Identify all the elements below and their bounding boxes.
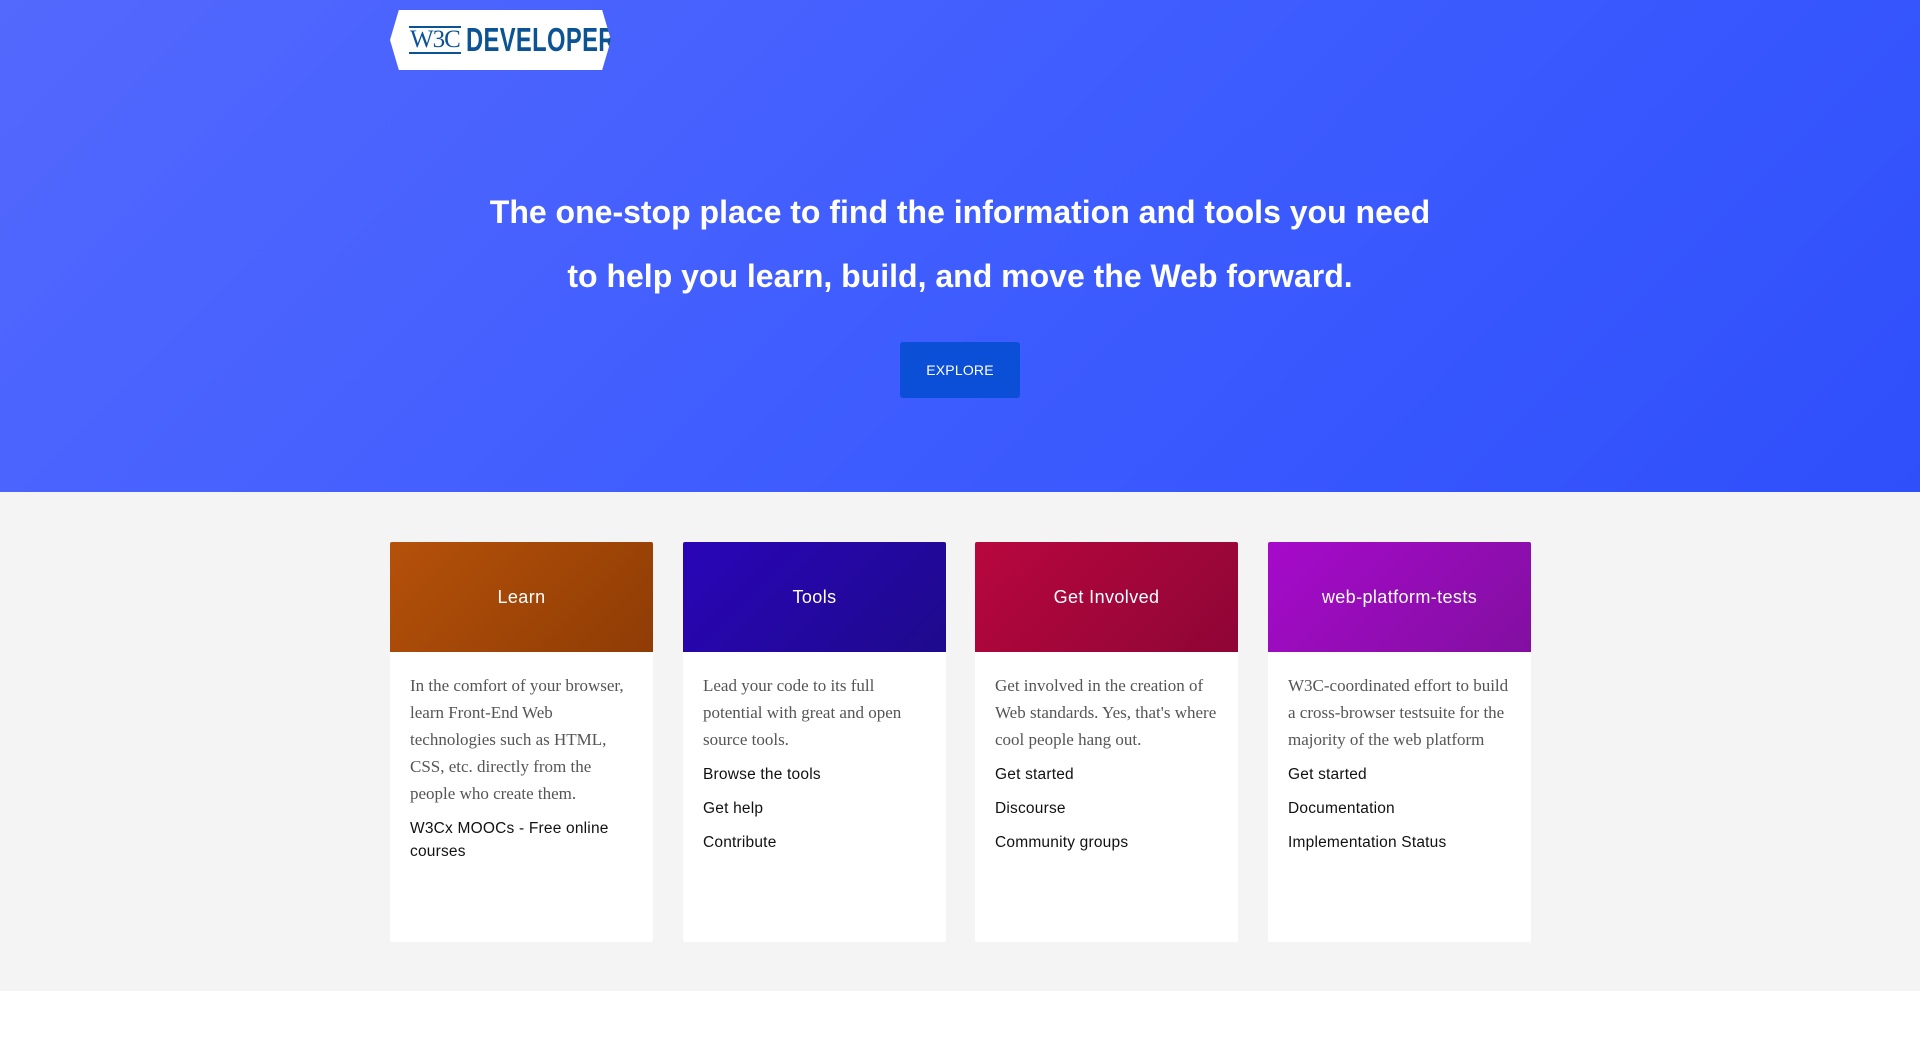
card-link-community-groups[interactable]: Community groups xyxy=(995,834,1128,851)
card-title: Learn xyxy=(497,586,546,607)
card-links: Get started Discourse Community groups xyxy=(995,763,1218,854)
card-tools: Tools Lead your code to its full potentia… xyxy=(683,542,946,942)
card-learn: Learn In the comfort of your browser, lea… xyxy=(390,542,653,942)
card-web-platform-tests: web-platform-tests W3C-coordinated effort… xyxy=(1268,542,1531,942)
hero-tagline-line2: to help you learn, build, and move the W… xyxy=(567,258,1353,294)
card-link-item: Get started xyxy=(1288,763,1511,786)
card-link-item: Documentation xyxy=(1288,797,1511,820)
logo-developers-text: DEVELOPERS xyxy=(465,21,632,58)
hero-tagline-line1: The one-stop place to find the informati… xyxy=(489,194,1431,230)
card-body: Lead your code to its full potential wit… xyxy=(683,652,946,854)
card-header: Learn xyxy=(390,542,653,652)
card-link-item: W3Cx MOOCs - Free online courses xyxy=(410,817,633,863)
card-header: Tools xyxy=(683,542,946,652)
hero-banner: W3C DEVELOPERS The one-stop place to fin… xyxy=(0,0,1920,492)
card-link-item: Community groups xyxy=(995,831,1218,854)
card-link-get-started[interactable]: Get started xyxy=(995,766,1074,783)
card-links: W3Cx MOOCs - Free online courses xyxy=(410,817,633,863)
card-link-item: Implementation Status xyxy=(1288,831,1511,854)
card-header: web-platform-tests xyxy=(1268,542,1531,652)
card-description: In the comfort of your browser, learn Fr… xyxy=(410,676,624,803)
card-link-contribute[interactable]: Contribute xyxy=(703,834,777,851)
card-link-implementation-status[interactable]: Implementation Status xyxy=(1288,834,1446,851)
card-link-item: Contribute xyxy=(703,831,926,854)
card-link-w3cx-moocs-free-online-courses[interactable]: W3Cx MOOCs - Free online courses xyxy=(410,820,609,860)
card-links: Browse the tools Get help Contribute xyxy=(703,763,926,854)
card-header: Get Involved xyxy=(975,542,1238,652)
card-link-item: Get started xyxy=(995,763,1218,786)
card-title: web-platform-tests xyxy=(1321,586,1478,607)
card-link-item: Get help xyxy=(703,797,926,820)
card-link-browse-the-tools[interactable]: Browse the tools xyxy=(703,766,821,783)
explore-button[interactable]: EXPLORE xyxy=(900,342,1020,398)
card-link-item: Browse the tools xyxy=(703,763,926,786)
card-title: Get Involved xyxy=(1053,586,1160,607)
card-link-get-help[interactable]: Get help xyxy=(703,800,763,817)
hero-tagline: The one-stop place to find the informati… xyxy=(360,180,1560,308)
card-link-documentation[interactable]: Documentation xyxy=(1288,800,1395,817)
card-title: Tools xyxy=(792,586,837,607)
cards-section xyxy=(0,492,1920,991)
card-get-involved: Get Involved Get involved in the creation… xyxy=(975,542,1238,942)
card-link-item: Discourse xyxy=(995,797,1218,820)
card-link-get-started[interactable]: Get started xyxy=(1288,766,1367,783)
card-body: Get involved in the creation of Web stan… xyxy=(975,652,1238,854)
w3c-developers-logo[interactable]: W3C DEVELOPERS xyxy=(390,10,611,70)
card-description: W3C-coordinated effort to build a cross-… xyxy=(1288,676,1509,749)
logo-w3c-mark: W3C xyxy=(409,26,461,54)
card-links: Get started Documentation Implementation S… xyxy=(1288,763,1511,854)
card-description: Lead your code to its full potential wit… xyxy=(703,676,902,749)
card-body: In the comfort of your browser, learn Fr… xyxy=(390,652,653,863)
card-body: W3C-coordinated effort to build a cross-… xyxy=(1268,652,1531,854)
card-link-discourse[interactable]: Discourse xyxy=(995,800,1066,817)
card-description: Get involved in the creation of Web stan… xyxy=(995,676,1217,749)
